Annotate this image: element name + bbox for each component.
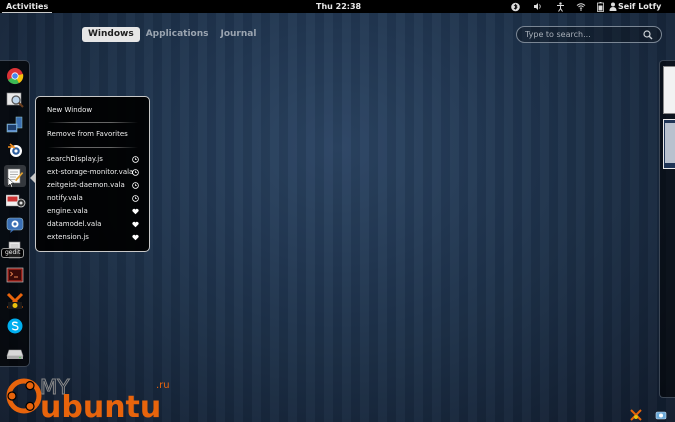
menu-recent-document[interactable]: searchDisplay.js (47, 155, 139, 164)
battery-icon[interactable] (595, 1, 606, 12)
clock-icon (132, 169, 139, 176)
battery-icon (597, 1, 604, 12)
dash-item-pidgin[interactable] (6, 216, 24, 234)
menu-favorite-document[interactable]: datamodel.vala (47, 220, 139, 229)
network-app-icon (6, 116, 23, 133)
tab-applications[interactable]: Applications (140, 27, 215, 42)
sound-app-icon (630, 409, 642, 421)
search-icon (643, 29, 653, 39)
menu-new-window[interactable]: New Window (47, 106, 92, 115)
workspace-thumbnail-active[interactable] (663, 119, 675, 169)
skype-icon (7, 318, 23, 334)
dash-item-system-monitor[interactable] (5, 193, 26, 211)
wifi-icon[interactable] (575, 1, 586, 12)
logo-ru-text: .ru (156, 380, 170, 391)
chrome-icon (7, 68, 24, 85)
accessibility-icon (557, 1, 564, 12)
document-name: notify.vala (47, 194, 83, 202)
wifi-icon (576, 3, 585, 11)
clock-icon (132, 156, 139, 163)
user-menu[interactable]: Seif Lotfy (618, 0, 661, 13)
volume-icon[interactable] (532, 1, 543, 12)
system-monitor-icon (5, 194, 26, 208)
heart-icon (132, 208, 139, 215)
myubuntu-logo: MY ubuntu .ru (6, 375, 170, 420)
menu-separator (48, 147, 138, 148)
view-selector: Windows Applications Journal (82, 27, 262, 42)
message-tray-network[interactable] (655, 406, 667, 420)
heart-icon (132, 234, 139, 241)
top-panel: Activities Thu 22:38 Seif Lotfy (0, 0, 675, 13)
document-name: datamodel.vala (47, 220, 102, 228)
document-name: zeitgeist-daemon.vala (47, 181, 125, 189)
bluetooth-icon[interactable] (510, 1, 521, 12)
dash-item-terminal[interactable] (6, 266, 24, 284)
menu-recent-document[interactable]: zeitgeist-daemon.vala (47, 181, 139, 190)
window-preview (665, 123, 675, 163)
blender-icon (8, 143, 22, 157)
bluetooth-icon (511, 2, 520, 11)
clock-icon (132, 182, 139, 189)
menu-remove-favorites[interactable]: Remove from Favorites (47, 130, 128, 139)
menu-favorite-document[interactable]: extension.js (47, 233, 139, 242)
dash-item-search-app[interactable] (6, 91, 24, 109)
search-input[interactable] (525, 30, 643, 39)
workspace-thumbnail[interactable] (663, 66, 675, 114)
dash-item-drive[interactable] (6, 343, 24, 361)
volume-icon (533, 3, 541, 10)
terminal-icon (6, 267, 24, 283)
user-icon[interactable] (607, 1, 618, 12)
logo-ubuntu-text: ubuntu (40, 390, 161, 420)
tab-journal[interactable]: Journal (214, 27, 262, 42)
search-box[interactable] (516, 26, 662, 43)
accessibility-icon[interactable] (555, 1, 566, 12)
mouse-cursor-icon (8, 178, 15, 188)
dash-item-blender[interactable] (6, 141, 24, 159)
menu-recent-document[interactable]: notify.vala (47, 194, 139, 203)
pidgin-icon (6, 217, 24, 233)
drive-icon (6, 349, 24, 359)
workspace-switcher (659, 60, 675, 398)
document-name: engine.vala (47, 207, 88, 215)
menu-recent-document[interactable]: ext-storage-monitor.vala (47, 168, 139, 177)
dash-item-chrome[interactable] (6, 67, 24, 85)
dash-item-network-app[interactable] (6, 116, 24, 134)
sound-app-icon (6, 292, 24, 310)
document-name: ext-storage-monitor.vala (47, 168, 134, 176)
message-tray-sound-app[interactable] (630, 406, 642, 421)
app-context-menu: New Window Remove from Favorites searchD… (30, 96, 150, 252)
document-name: extension.js (47, 233, 89, 241)
document-name: searchDisplay.js (47, 155, 103, 163)
dash-tooltip: gedit (1, 248, 25, 258)
menu-separator (48, 122, 138, 123)
heart-icon (132, 221, 139, 228)
dash-item-sound-app[interactable] (6, 292, 24, 310)
network-tray-icon (655, 411, 667, 420)
search-app-icon (6, 92, 24, 108)
clock[interactable]: Thu 22:38 (316, 0, 361, 13)
menu-favorite-document[interactable]: engine.vala (47, 207, 139, 216)
clock-icon (132, 195, 139, 202)
dash-item-skype[interactable] (6, 317, 24, 335)
activities-button[interactable]: Activities (2, 0, 53, 13)
dash-item-gedit[interactable] (4, 165, 26, 188)
user-icon (609, 2, 616, 11)
dash: gedit (0, 60, 30, 367)
tab-windows[interactable]: Windows (82, 27, 140, 42)
